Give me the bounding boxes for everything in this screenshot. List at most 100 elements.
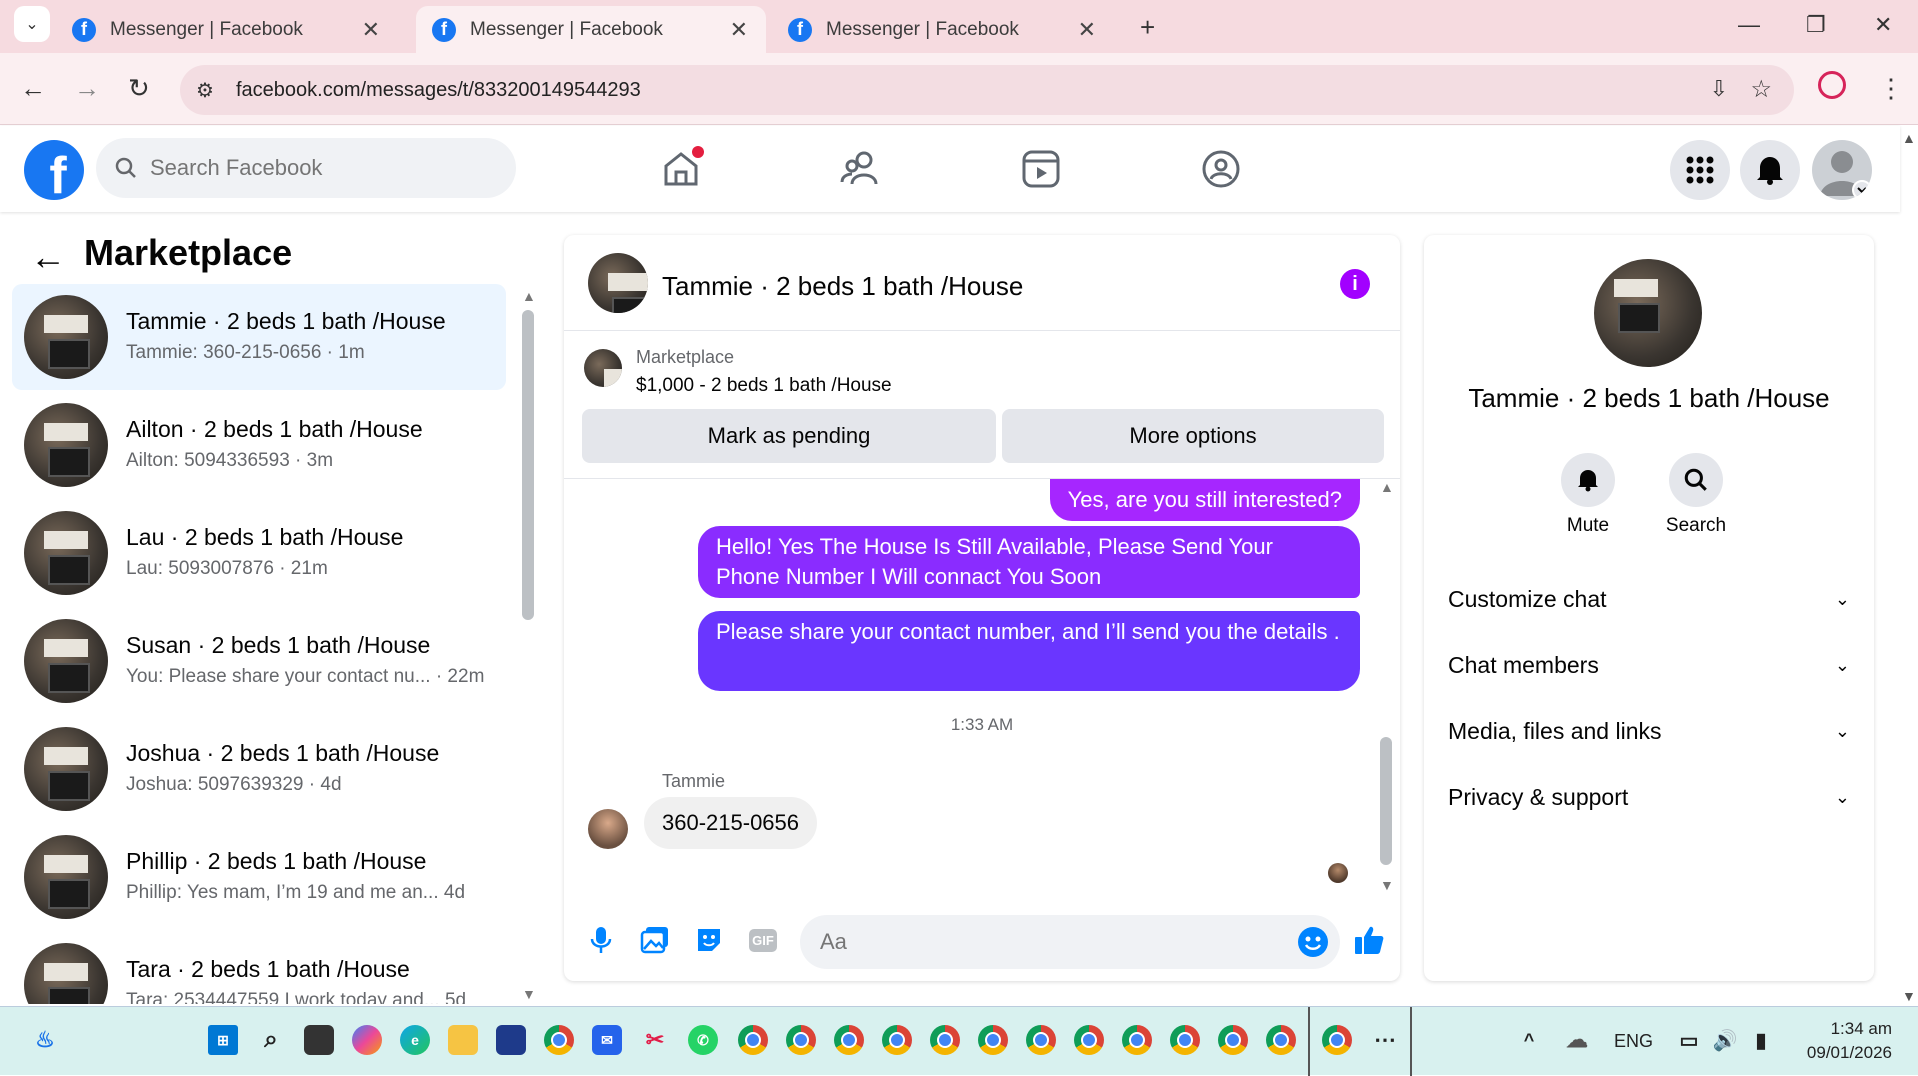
forward-icon[interactable]: → (74, 73, 100, 104)
chrome-window-icon[interactable] (1074, 1025, 1104, 1055)
back-icon[interactable]: ← (20, 73, 46, 104)
chrome-window-icon[interactable] (1122, 1025, 1152, 1055)
widgets-icon[interactable]: ♨ (30, 1025, 60, 1055)
minimize-icon[interactable]: — (1738, 12, 1760, 38)
avatar[interactable] (1594, 259, 1702, 367)
new-tab-icon[interactable]: + (1140, 12, 1155, 43)
whatsapp-icon[interactable]: ✆ (688, 1025, 718, 1055)
conversation-item[interactable]: Ailton · 2 beds 1 bath /House Ailton: 50… (12, 392, 506, 498)
scroll-down-icon[interactable]: ▼ (1380, 877, 1394, 893)
network-icon[interactable]: ▭ (1674, 1025, 1704, 1055)
tab-close-icon[interactable]: ✕ (730, 17, 748, 43)
chrome-window-icon[interactable] (834, 1025, 864, 1055)
message-input-box[interactable] (800, 915, 1340, 969)
start-icon[interactable]: ⊞ (208, 1025, 238, 1055)
system-clock[interactable]: 1:34 am 09/01/2026 (1807, 1017, 1892, 1065)
chrome-window-icon[interactable] (882, 1025, 912, 1055)
page-scroll-up-icon[interactable]: ▲ (1902, 130, 1916, 146)
chrome-window-icon[interactable] (978, 1025, 1008, 1055)
profile-icon[interactable] (1818, 71, 1846, 99)
mute-button[interactable]: Mute (1538, 453, 1638, 537)
chrome-window-icon[interactable] (1266, 1025, 1296, 1055)
thumbs-up-icon[interactable] (1352, 923, 1386, 957)
bookmark-star-icon[interactable]: ☆ (1750, 75, 1772, 104)
info-icon[interactable]: i (1340, 269, 1370, 299)
message-input[interactable] (818, 928, 1258, 956)
notifications-bell-icon[interactable] (1740, 140, 1800, 200)
scroll-down-icon[interactable]: ▼ (522, 986, 536, 1002)
install-app-icon[interactable]: ⇩ (1710, 76, 1728, 102)
battery-icon[interactable]: ▮ (1746, 1025, 1776, 1055)
snipping-tool-icon[interactable]: ✂ (640, 1025, 670, 1055)
scroll-up-icon[interactable]: ▲ (522, 288, 536, 304)
back-arrow-icon[interactable]: ← (30, 236, 66, 278)
tray-chevron-up-icon[interactable]: ^ (1514, 1025, 1544, 1055)
more-apps-icon[interactable]: ⋯ (1370, 1025, 1400, 1055)
friends-icon[interactable] (838, 146, 884, 192)
conversation-item[interactable]: Joshua · 2 beds 1 bath /House Joshua: 50… (12, 716, 506, 822)
chat-scrollbar[interactable] (1380, 737, 1392, 865)
groups-icon[interactable] (1198, 146, 1244, 192)
conversation-item[interactable]: Lau · 2 beds 1 bath /House Lau: 50930078… (12, 500, 506, 606)
gif-icon[interactable]: GIF (746, 923, 780, 957)
chrome-window-icon[interactable] (1026, 1025, 1056, 1055)
reload-icon[interactable]: ↻ (128, 73, 150, 104)
home-icon[interactable] (658, 146, 704, 192)
page-scroll-down-icon[interactable]: ▼ (1902, 988, 1916, 1004)
conversation-list-scrollbar[interactable] (522, 310, 534, 620)
language-indicator[interactable]: ENG (1614, 1031, 1653, 1052)
account-avatar-icon[interactable] (1812, 140, 1872, 200)
search-input[interactable] (148, 154, 448, 182)
microphone-icon[interactable] (584, 923, 618, 957)
outgoing-message[interactable]: Yes, are you still interested? (1049, 479, 1360, 521)
tab-search-chevron-icon[interactable]: ⌄ (14, 6, 50, 42)
onedrive-cloud-icon[interactable]: ☁ (1562, 1025, 1592, 1055)
tab-messenger-1[interactable]: f Messenger | Facebook ✕ (56, 6, 398, 53)
restore-icon[interactable]: ❐ (1806, 12, 1826, 38)
taskbar-search-icon[interactable]: ⌕ (256, 1025, 286, 1055)
window-close-icon[interactable]: ✕ (1874, 12, 1892, 38)
chrome-window-icon[interactable] (786, 1025, 816, 1055)
listing-title[interactable]: $1,000 - 2 beds 1 bath /House (636, 375, 892, 397)
chrome-active-window-icon[interactable] (1322, 1025, 1352, 1055)
emoji-icon[interactable] (1298, 927, 1328, 957)
outgoing-message[interactable]: Please share your contact number, and I’… (698, 611, 1360, 691)
task-view-icon[interactable] (304, 1025, 334, 1055)
mail-icon[interactable]: ✉ (592, 1025, 622, 1055)
tab-messenger-2[interactable]: f Messenger | Facebook ✕ (416, 6, 766, 53)
chrome-window-icon[interactable] (930, 1025, 960, 1055)
scroll-up-icon[interactable]: ▲ (1380, 479, 1394, 495)
photo-icon[interactable] (638, 923, 672, 957)
facebook-search[interactable] (96, 138, 516, 198)
tab-messenger-3[interactable]: f Messenger | Facebook ✕ (772, 6, 1114, 53)
incoming-message[interactable]: 360-215-0656 (644, 797, 818, 849)
tab-close-icon[interactable]: ✕ (1078, 17, 1096, 43)
chrome-window-icon[interactable] (1218, 1025, 1248, 1055)
address-bar[interactable]: ⚙ facebook.com/messages/t/83320014954429… (180, 65, 1794, 115)
conversation-item[interactable]: Tammie · 2 beds 1 bath /House Tammie: 36… (12, 284, 506, 390)
chrome-icon[interactable] (544, 1025, 574, 1055)
privacy-support-row[interactable]: Privacy & support ⌄ (1448, 777, 1850, 817)
chrome-window-icon[interactable] (738, 1025, 768, 1055)
outgoing-message[interactable]: Hello! Yes The House Is Still Available,… (698, 526, 1360, 598)
conversation-item[interactable]: Susan · 2 beds 1 bath /House You: Please… (12, 608, 506, 714)
store-icon[interactable] (496, 1025, 526, 1055)
conversation-item[interactable]: Phillip · 2 beds 1 bath /House Phillip: … (12, 824, 506, 930)
url-text[interactable]: facebook.com/messages/t/833200149544293 (236, 79, 641, 102)
facebook-logo-icon[interactable]: f (24, 140, 84, 200)
video-icon[interactable] (1018, 146, 1064, 192)
sticker-icon[interactable] (692, 923, 726, 957)
menu-grid-icon[interactable] (1670, 140, 1730, 200)
chrome-window-icon[interactable] (1170, 1025, 1200, 1055)
mark-as-pending-button[interactable]: Mark as pending (582, 409, 996, 463)
edge-icon[interactable]: e (400, 1025, 430, 1055)
chat-title[interactable]: Tammie · 2 beds 1 bath /House (662, 271, 1023, 302)
media-files-links-row[interactable]: Media, files and links ⌄ (1448, 711, 1850, 751)
file-explorer-icon[interactable] (448, 1025, 478, 1055)
volume-icon[interactable]: 🔊 (1710, 1025, 1740, 1055)
tab-close-icon[interactable]: ✕ (362, 17, 380, 43)
conversation-item[interactable]: Tara · 2 beds 1 bath /House Tara: 253444… (12, 932, 506, 1004)
browser-menu-icon[interactable]: ⋮ (1878, 73, 1904, 104)
site-settings-icon[interactable]: ⚙ (196, 78, 214, 103)
customize-chat-row[interactable]: Customize chat ⌄ (1448, 579, 1850, 619)
